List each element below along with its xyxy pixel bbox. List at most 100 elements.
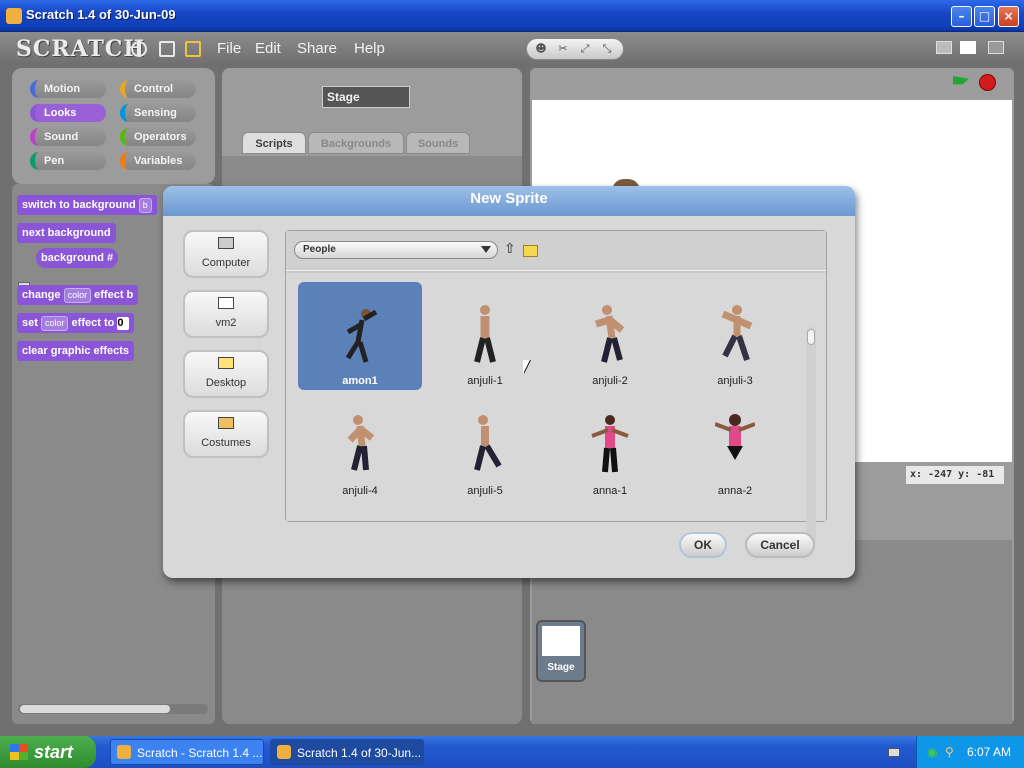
block-input[interactable]: color (63, 288, 92, 303)
save-icon[interactable] (159, 41, 175, 57)
block-next-background[interactable]: next background (17, 223, 116, 243)
folder-icon (218, 357, 234, 369)
tab-scripts[interactable]: Scripts (242, 132, 306, 154)
category-operators[interactable]: Operators (120, 128, 196, 146)
green-flag-icon[interactable] (953, 76, 969, 85)
network-icon[interactable]: ◉ (927, 745, 937, 759)
sprite-name: amon1 (342, 375, 378, 387)
globe-icon[interactable] (131, 41, 147, 57)
sprite-item[interactable]: anjuli-2 (548, 282, 672, 390)
scrollbar-thumb[interactable] (807, 329, 815, 345)
delete-tool-icon[interactable]: ✂ (555, 42, 571, 56)
block-number-input[interactable]: 0 (117, 317, 130, 330)
sprite-item[interactable]: amon1 (298, 282, 422, 390)
block-input[interactable]: color (40, 316, 69, 331)
scrollbar-thumb[interactable] (20, 705, 170, 713)
new-sprite-dialog: New Sprite Computer vm2 Desktop Costumes… (163, 186, 855, 578)
start-button[interactable]: start (0, 736, 96, 768)
block-change-effect[interactable]: change color effect b (17, 285, 139, 305)
category-selector: Motion Control Looks Sensing Sound Opera… (12, 68, 215, 184)
computer-icon (218, 237, 234, 249)
folder-dropdown[interactable]: People (294, 241, 498, 259)
start-label: start (34, 742, 74, 762)
file-browser: People ⇧ amon1 anjuli-1 anjuli-2 anjuli-… (285, 230, 827, 545)
duplicate-tool-icon[interactable]: ☻ (533, 42, 549, 56)
share-icon[interactable] (185, 41, 201, 57)
ok-button[interactable]: OK (679, 532, 727, 558)
block-label: change (22, 289, 61, 301)
taskbar-item-label: Scratch - Scratch 1.4 ... (137, 746, 263, 760)
category-control[interactable]: Control (120, 80, 196, 98)
cancel-button[interactable]: Cancel (745, 532, 815, 558)
location-costumes[interactable]: Costumes (183, 410, 269, 458)
small-stage-mode-icon[interactable] (936, 41, 952, 54)
tab-sounds[interactable]: Sounds (406, 132, 470, 154)
minimize-icon[interactable]: – (951, 6, 972, 27)
stage-thumbnail-label: Stage (547, 662, 575, 673)
menu-edit[interactable]: Edit (255, 40, 281, 57)
palette-scrollbar[interactable] (18, 704, 208, 714)
mouse-pointer-icon (523, 360, 530, 374)
block-background-number[interactable]: background # (36, 248, 119, 268)
clock: 6:07 AM (967, 745, 1012, 759)
sprite-item[interactable]: anna-1 (548, 392, 672, 500)
location-computer[interactable]: Computer (183, 230, 269, 278)
desktop: Scratch 1.4 of 30-Jun-09 – □ × SCRATCH F… (0, 0, 1024, 768)
normal-stage-mode-icon[interactable] (960, 41, 976, 54)
menu-share[interactable]: Share (297, 40, 337, 57)
window-titlebar[interactable]: Scratch 1.4 of 30-Jun-09 – □ × (0, 0, 1024, 32)
close-icon[interactable]: × (998, 6, 1019, 27)
category-sensing[interactable]: Sensing (120, 104, 196, 122)
menu-file[interactable]: File (217, 40, 241, 57)
category-looks[interactable]: Looks (30, 104, 106, 122)
maximize-icon[interactable]: □ (974, 6, 995, 27)
grid-scrollbar[interactable] (806, 327, 816, 545)
chevron-down-icon (481, 246, 491, 253)
home-icon (218, 297, 234, 309)
grow-tool-icon[interactable]: ⤢ (577, 42, 593, 56)
category-variables[interactable]: Variables (120, 152, 196, 170)
tab-backgrounds[interactable]: Backgrounds (308, 132, 404, 154)
block-input[interactable]: b (138, 198, 152, 213)
sprite-figure (345, 309, 378, 363)
block-clear-graphic-effects[interactable]: clear graphic effects (17, 341, 134, 361)
presentation-mode-icon[interactable] (988, 41, 1004, 54)
new-folder-icon[interactable] (523, 245, 538, 257)
sprite-name: anjuli-3 (717, 375, 753, 387)
sprite-grid: amon1 anjuli-1 anjuli-2 anjuli-3 anjuli-… (286, 273, 826, 545)
block-label: background # (41, 252, 114, 264)
folder-dropdown-value: People (303, 244, 336, 255)
stage-thumbnail[interactable]: Stage (536, 620, 586, 682)
menu-help[interactable]: Help (354, 40, 385, 57)
sprite-item[interactable]: anna-2 (673, 392, 797, 500)
stop-sign-icon[interactable] (979, 74, 996, 91)
block-switch-to-background[interactable]: switch to background b (17, 195, 157, 215)
block-label: effect to (71, 317, 115, 329)
sprite-item[interactable]: anjuli-3 (673, 282, 797, 390)
taskbar-item-active[interactable]: Scratch 1.4 of 30-Jun... (270, 739, 424, 765)
system-tray: ◉ ⚲ 6:07 AM (916, 736, 1024, 768)
sprite-tools: ☻ ✂ ⤢ ⤡ (526, 38, 624, 60)
sprite-name: anjuli-2 (592, 375, 628, 387)
sprite-item[interactable]: anjuli-4 (298, 392, 422, 500)
sprite-figure (721, 305, 753, 361)
menubar: SCRATCH File Edit Share Help ☻ ✂ ⤢ ⤡ (0, 32, 1024, 66)
category-motion[interactable]: Motion (30, 80, 106, 98)
category-pen[interactable]: Pen (30, 152, 106, 170)
location-label: Costumes (201, 437, 251, 449)
sprite-item[interactable]: anjuli-5 (423, 392, 547, 500)
block-set-effect[interactable]: set color effect to 0 (17, 313, 135, 333)
sprite-figure (347, 415, 375, 471)
windows-logo-icon (10, 744, 28, 760)
object-name-field[interactable]: Stage (322, 86, 410, 108)
shrink-tool-icon[interactable]: ⤡ (599, 42, 615, 56)
keyboard-icon[interactable] (888, 748, 900, 757)
location-desktop[interactable]: Desktop (183, 350, 269, 398)
category-sound[interactable]: Sound (30, 128, 106, 146)
location-vm2[interactable]: vm2 (183, 290, 269, 338)
up-folder-icon[interactable]: ⇧ (504, 241, 516, 257)
taskbar-item[interactable]: Scratch - Scratch 1.4 ... (110, 739, 264, 765)
block-label: set (22, 317, 38, 329)
mouse-coordinates: x: -247 y: -81 (906, 466, 1004, 484)
search-icon[interactable]: ⚲ (945, 745, 954, 759)
